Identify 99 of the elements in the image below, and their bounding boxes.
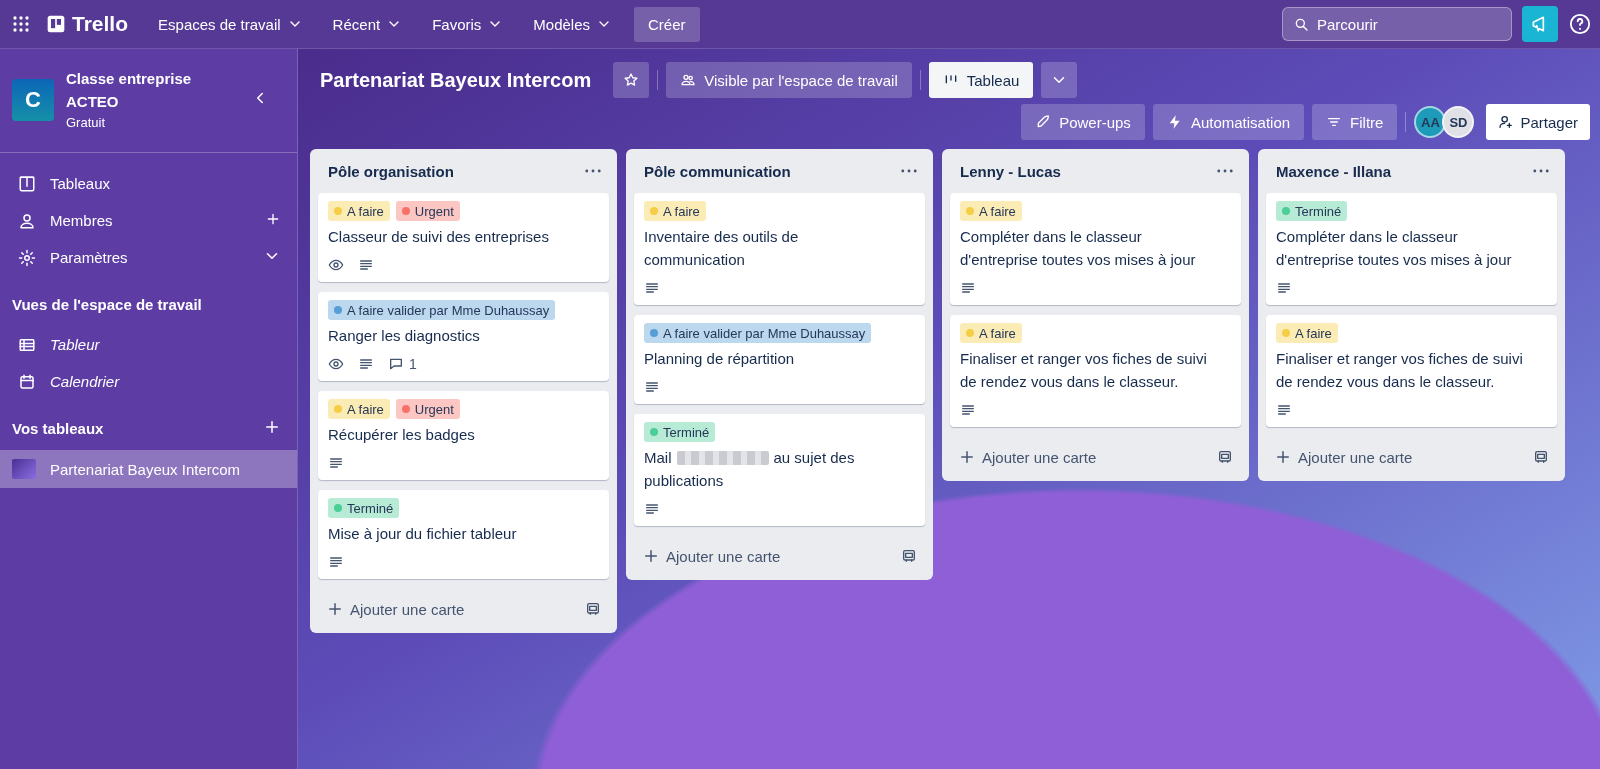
more-icon[interactable] <box>1533 169 1549 173</box>
workspace-plan: Gratuit <box>66 114 106 132</box>
card-title: Récupérer les badges <box>328 426 475 443</box>
card-title: Finaliser et ranger vos fiches de suivi de rendez vous dans le classeur. <box>960 350 1207 390</box>
card-label[interactable]: A faire <box>644 201 706 221</box>
card-label[interactable]: A faire <box>960 323 1022 343</box>
comment-icon <box>388 356 404 372</box>
list-title[interactable]: Pôle organisation <box>328 162 454 180</box>
task-card[interactable]: A faire Inventaire des outils de communication <box>634 193 925 305</box>
card-title: Mise à jour du fichier tableur <box>328 525 517 542</box>
board-icon <box>18 174 36 193</box>
toolbar-button[interactable]: Filtre <box>1312 104 1398 140</box>
star-button[interactable] <box>613 62 650 98</box>
add-card-button[interactable]: Ajouter une carte <box>326 600 465 618</box>
template-icon <box>1217 449 1233 465</box>
sidebar-item[interactable]: Tableaux <box>50 175 111 192</box>
card-title: Mail <box>644 448 672 468</box>
task-card[interactable]: Terminé Compléter dans le classeur d'entreprise toutes vos mises à jour <box>1266 193 1557 305</box>
search-icon <box>1293 16 1309 32</box>
create-button[interactable]: Créer <box>634 6 700 42</box>
card-label[interactable]: A faire <box>328 399 390 419</box>
plus-icon <box>265 211 281 227</box>
board-title[interactable]: Partenariat Bayeux Intercom <box>320 68 592 92</box>
list-title[interactable]: Lenny - Lucas <box>960 162 1061 180</box>
template-icon <box>1533 449 1549 465</box>
menu-dropdown[interactable]: Espaces de travail <box>146 7 315 41</box>
plus-icon <box>958 448 976 466</box>
plus-icon <box>642 547 660 565</box>
section-heading: Vues de l'espace de travail <box>12 295 202 313</box>
notification-button[interactable] <box>1522 6 1558 42</box>
add-card-button[interactable]: Ajouter une carte <box>1274 448 1413 466</box>
list-title[interactable]: Maxence - Illana <box>1276 162 1392 180</box>
task-card[interactable]: A faire Finaliser et ranger vos fiches de suivi de rendez vous dans le classeur. <box>1266 315 1557 427</box>
sidebar-item[interactable]: Tableur <box>50 336 100 353</box>
card-label[interactable]: Terminé <box>644 422 716 442</box>
card-label[interactable]: A faire valider par Mme Duhaussay <box>644 323 872 343</box>
add-person-icon <box>1498 114 1515 130</box>
template-icon <box>901 548 917 564</box>
toolbar-button[interactable]: Automatisation <box>1152 104 1305 140</box>
card-label[interactable]: A faire valider par Mme Duhaussay <box>328 300 556 320</box>
card-title: au sujet des <box>773 448 855 468</box>
card-title: Compléter dans le classeur d'entreprise toutes vos mises à jour <box>1276 228 1512 268</box>
calendar-icon <box>18 372 36 391</box>
card-title: Compléter dans le classeur d'entreprise toutes vos mises à jour <box>960 228 1196 268</box>
plus-icon <box>1274 448 1292 466</box>
menu-dropdown[interactable]: Favoris <box>420 7 516 41</box>
view-tab[interactable]: Tableau <box>928 62 1034 98</box>
plus-icon <box>326 600 344 618</box>
card-label[interactable]: Urgent <box>395 201 460 221</box>
card-title: Inventaire des outils de communication <box>644 228 799 268</box>
app-grid-icon <box>12 15 30 33</box>
menu-dropdown[interactable]: Modèles <box>521 7 625 41</box>
card-label[interactable]: Terminé <box>328 498 400 518</box>
list-title[interactable]: Pôle communication <box>644 162 791 180</box>
comment-count: 1 <box>409 356 417 372</box>
sidebar-item[interactable]: Membres <box>50 212 113 229</box>
task-card[interactable]: A faire valider par Mme Duhaussay Planning de répartition <box>634 315 925 404</box>
workspace-name: Classe entreprise ACTEO <box>66 69 193 112</box>
task-card[interactable]: A faire valider par Mme Duhaussay Ranger les diagnostics 1 <box>318 292 609 381</box>
card-title: Ranger les diagnostics <box>328 327 480 344</box>
card-title: Classeur de suivi des entreprises <box>328 228 549 245</box>
person-icon <box>18 211 36 230</box>
more-icon[interactable] <box>901 169 917 173</box>
member-avatar[interactable]: SD <box>1442 106 1475 138</box>
settings-icon <box>18 248 36 267</box>
card-label[interactable]: A faire <box>1276 323 1338 343</box>
more-icon[interactable] <box>585 169 601 173</box>
visibility-button[interactable]: Visible par l'espace de travail <box>666 62 912 98</box>
task-card[interactable]: A faire Urgent Classeur de suivi des entreprises <box>318 193 609 282</box>
workspace-avatar: C <box>12 78 54 121</box>
help-icon <box>1569 13 1591 35</box>
card-label[interactable]: A faire <box>960 201 1022 221</box>
task-card[interactable]: A faire Compléter dans le classeur d'entreprise toutes vos mises à jour <box>950 193 1241 305</box>
logo-icon <box>46 14 66 34</box>
task-card[interactable]: Terminé Mail au sujet des publications <box>634 414 925 526</box>
people-icon <box>680 72 697 88</box>
card-label[interactable]: Terminé <box>1276 201 1348 221</box>
card-title: Planning de répartition <box>644 350 795 367</box>
section-heading: Vos tableaux <box>12 419 104 437</box>
share-button[interactable]: Partager <box>1486 104 1590 140</box>
task-card[interactable]: Terminé Mise à jour du fichier tableur <box>318 490 609 579</box>
add-card-button[interactable]: Ajouter une carte <box>642 547 781 565</box>
menu-dropdown[interactable]: Récent <box>320 7 415 41</box>
star-icon <box>623 72 640 88</box>
toolbar-button[interactable]: Power-ups <box>1021 104 1145 140</box>
card-label[interactable]: A faire <box>328 201 390 221</box>
card-title: publications <box>644 472 724 489</box>
card-title: Finaliser et ranger vos fiches de suivi de rendez vous dans le classeur. <box>1276 350 1523 390</box>
more-icon[interactable] <box>1217 169 1233 173</box>
view-dropdown-button[interactable] <box>1041 62 1078 98</box>
board-link[interactable]: Partenariat Bayeux Intercom <box>0 450 297 488</box>
card-label[interactable]: Urgent <box>395 399 460 419</box>
sidebar-item[interactable]: Paramètres <box>50 249 128 266</box>
task-card[interactable]: A faire Urgent Récupérer les badges <box>318 391 609 480</box>
app-logo-text[interactable]: Trello <box>72 12 129 36</box>
add-card-button[interactable]: Ajouter une carte <box>958 448 1097 466</box>
sidebar-item[interactable]: Calendrier <box>50 373 120 390</box>
template-icon <box>585 601 601 617</box>
task-card[interactable]: A faire Finaliser et ranger vos fiches de suivi de rendez vous dans le classeur. <box>950 315 1241 427</box>
